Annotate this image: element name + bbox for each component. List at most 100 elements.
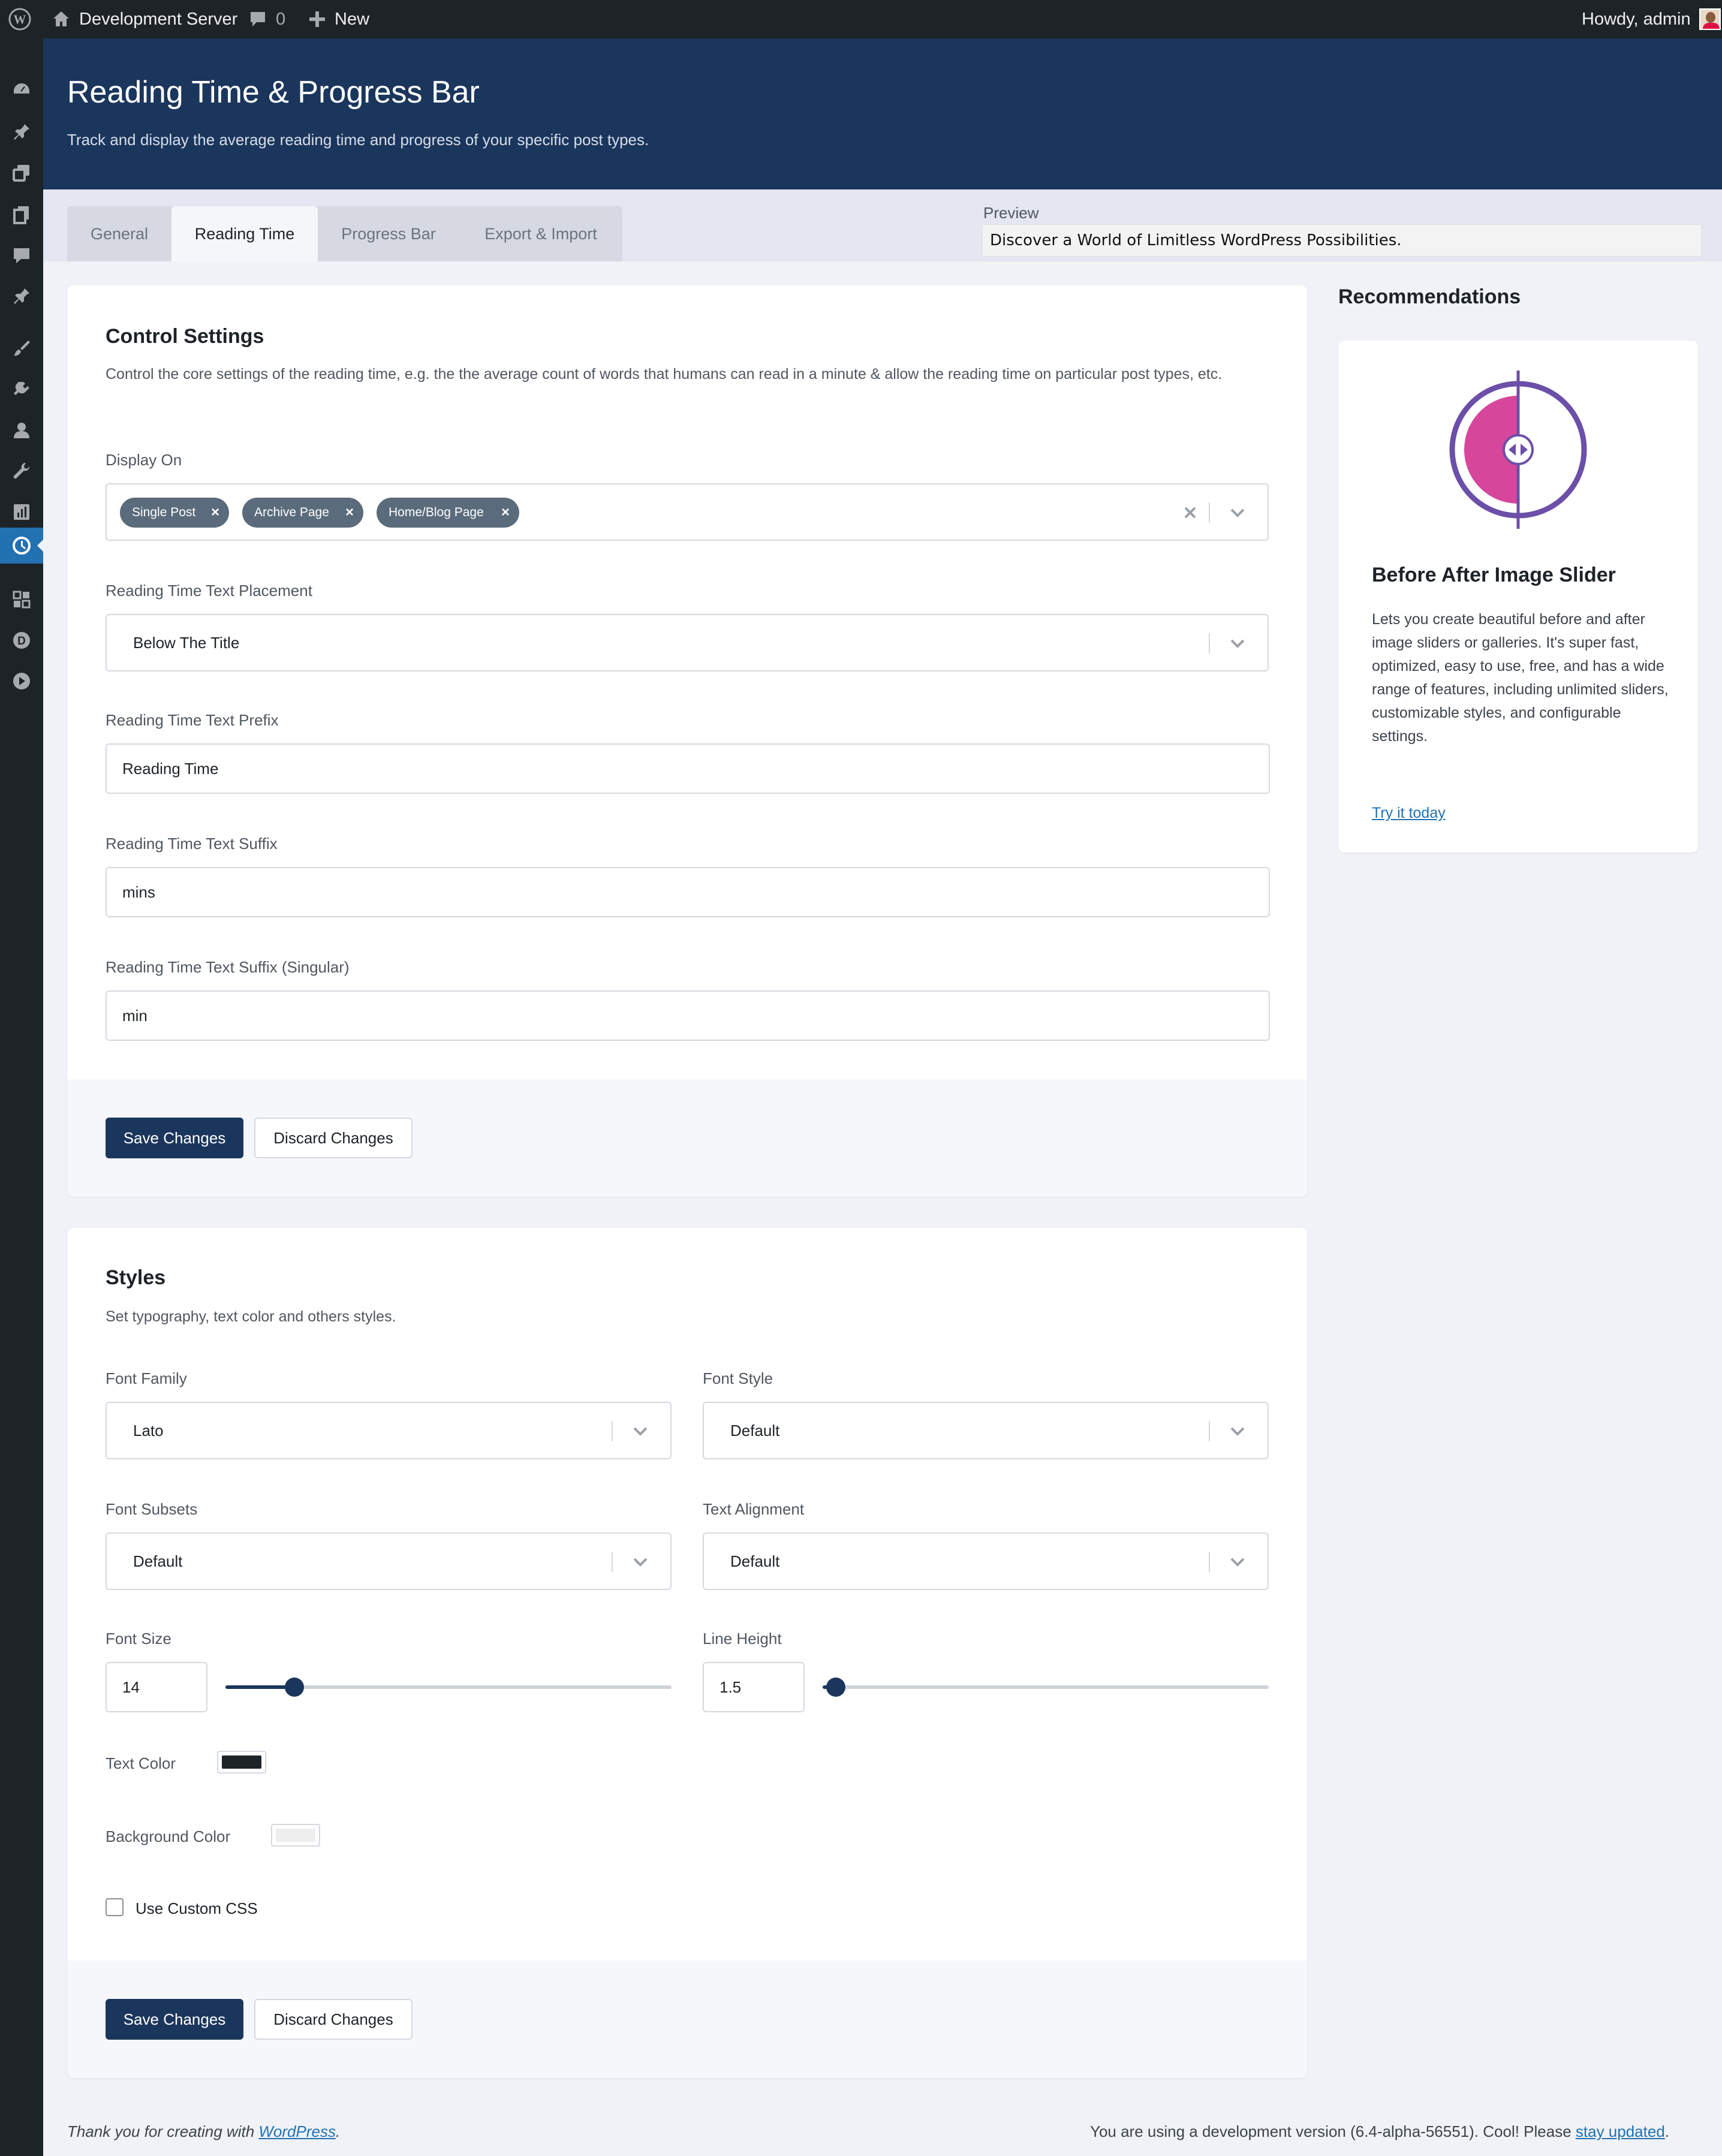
line-height-slider-track[interactable] bbox=[823, 1685, 1269, 1689]
before-after-slider-icon bbox=[1449, 371, 1587, 529]
font-style-label: Font Style bbox=[703, 1369, 773, 1387]
try-it-today-link[interactable]: Try it today bbox=[1372, 805, 1446, 822]
posts-icon[interactable] bbox=[0, 114, 43, 150]
custom-css-checkbox[interactable] bbox=[106, 1898, 124, 1916]
discard-changes-button[interactable]: Discard Changes bbox=[254, 1999, 413, 2040]
footer-thanks-text: Thank you for creating with bbox=[67, 2122, 259, 2140]
suffix-singular-input[interactable]: min bbox=[106, 990, 1270, 1041]
text-color-label: Text Color bbox=[106, 1754, 176, 1772]
bg-color-label: Background Color bbox=[106, 1827, 231, 1845]
font-subsets-value: Default bbox=[133, 1552, 183, 1570]
pin-icon[interactable] bbox=[0, 278, 43, 314]
chip-remove-icon[interactable]: × bbox=[501, 498, 510, 528]
clear-selection-icon[interactable] bbox=[1180, 502, 1200, 523]
preview-label: Preview bbox=[983, 204, 1039, 222]
page-subtitle: Track and display the average reading ti… bbox=[67, 131, 649, 149]
font-size-slider-handle[interactable] bbox=[285, 1678, 305, 1697]
appearance-icon[interactable] bbox=[0, 331, 43, 367]
select-separator bbox=[1209, 502, 1210, 523]
footer-version-period: . bbox=[1664, 2122, 1670, 2140]
tab-export-import[interactable]: Export & Import bbox=[459, 206, 622, 261]
bg-color-fill bbox=[276, 1829, 315, 1842]
text-color-swatch[interactable] bbox=[217, 1751, 266, 1773]
avatar bbox=[1699, 8, 1721, 30]
styles-card: Styles Set typography, text color and ot… bbox=[67, 1228, 1307, 2078]
font-subsets-select[interactable]: Default bbox=[106, 1532, 672, 1590]
chip-remove-icon[interactable]: × bbox=[345, 498, 354, 528]
suffix-input[interactable]: mins bbox=[106, 867, 1270, 917]
text-alignment-select[interactable]: Default bbox=[703, 1532, 1269, 1590]
font-size-slider-fill bbox=[225, 1685, 295, 1689]
font-size-input[interactable]: 14 bbox=[106, 1662, 207, 1712]
users-icon[interactable] bbox=[0, 412, 43, 448]
chevron-down-icon[interactable] bbox=[1227, 1552, 1248, 1572]
chip-remove-icon[interactable]: × bbox=[211, 498, 219, 528]
chip-single-post: Single Post × bbox=[120, 498, 229, 528]
plus-icon bbox=[309, 11, 325, 27]
chevron-down-icon[interactable] bbox=[630, 1421, 651, 1441]
save-changes-button[interactable]: Save Changes bbox=[106, 1118, 243, 1158]
dashboard-icon[interactable] bbox=[0, 72, 43, 108]
chevron-down-icon[interactable] bbox=[1227, 633, 1248, 654]
footer-version-text: You are using a development version (6.4… bbox=[1090, 2122, 1576, 2140]
font-family-value: Lato bbox=[133, 1422, 164, 1440]
control-settings-title: Control Settings bbox=[106, 325, 264, 348]
d-plugin-icon[interactable]: D bbox=[0, 622, 43, 658]
control-settings-footer: Save Changes Discard Changes bbox=[67, 1079, 1307, 1197]
recommendation-card: Before After Image Slider Lets you creat… bbox=[1338, 341, 1698, 853]
settings-icon[interactable] bbox=[0, 494, 43, 530]
new-content-link[interactable]: New bbox=[308, 0, 369, 38]
reading-time-icon[interactable] bbox=[0, 528, 43, 564]
control-settings-card: Control Settings Control the core settin… bbox=[67, 285, 1307, 1197]
new-label: New bbox=[335, 9, 370, 29]
blocks-icon[interactable] bbox=[0, 582, 43, 618]
plugins-icon[interactable] bbox=[0, 372, 43, 408]
font-subsets-label: Font Subsets bbox=[106, 1500, 198, 1518]
play-icon[interactable] bbox=[0, 663, 43, 699]
chevron-down-icon[interactable] bbox=[630, 1552, 651, 1572]
display-on-label: Display On bbox=[106, 451, 182, 469]
tools-icon[interactable] bbox=[0, 453, 43, 489]
recommendation-title: Before After Image Slider bbox=[1372, 564, 1616, 586]
tab-progress-bar[interactable]: Progress Bar bbox=[318, 206, 459, 261]
wordpress-logo-icon[interactable]: W bbox=[8, 0, 31, 38]
chevron-down-icon[interactable] bbox=[1227, 1421, 1248, 1441]
custom-css-label[interactable]: Use Custom CSS bbox=[136, 1899, 258, 1918]
wordpress-link[interactable]: WordPress bbox=[258, 2122, 336, 2140]
font-style-select[interactable]: Default bbox=[703, 1402, 1269, 1459]
comments-count: 0 bbox=[276, 9, 286, 29]
chip-label: Archive Page bbox=[254, 505, 329, 519]
save-changes-button[interactable]: Save Changes bbox=[106, 1999, 243, 2040]
comments-link[interactable]: 0 bbox=[248, 0, 285, 38]
tab-reading-time[interactable]: Reading Time bbox=[171, 206, 318, 261]
tab-general[interactable]: General bbox=[67, 206, 171, 261]
bg-color-swatch[interactable] bbox=[271, 1824, 320, 1847]
discard-changes-button[interactable]: Discard Changes bbox=[254, 1118, 413, 1158]
media-icon[interactable] bbox=[0, 155, 43, 191]
font-style-value: Default bbox=[730, 1422, 780, 1440]
styles-title: Styles bbox=[106, 1266, 166, 1289]
stay-updated-link[interactable]: stay updated bbox=[1576, 2122, 1665, 2140]
text-alignment-label: Text Alignment bbox=[703, 1500, 805, 1518]
comments-icon[interactable] bbox=[0, 237, 43, 273]
line-height-slider-handle[interactable] bbox=[826, 1678, 846, 1697]
site-name-link[interactable]: Development Server bbox=[52, 0, 237, 38]
placement-select[interactable]: Below The Title bbox=[106, 614, 1269, 672]
site-name: Development Server bbox=[79, 9, 238, 29]
footer-thanks-period: . bbox=[335, 2122, 341, 2140]
select-separator bbox=[612, 1552, 613, 1572]
placement-value: Below The Title bbox=[133, 634, 240, 652]
display-on-multiselect[interactable]: Single Post × Archive Page × Home/Blog Pag… bbox=[106, 483, 1269, 541]
suffix-singular-label: Reading Time Text Suffix (Singular) bbox=[106, 958, 350, 976]
text-color-fill bbox=[222, 1755, 261, 1769]
account-menu[interactable]: Howdy, admin bbox=[1582, 0, 1721, 38]
font-family-select[interactable]: Lato bbox=[106, 1402, 672, 1459]
pages-icon[interactable] bbox=[0, 197, 43, 233]
select-separator bbox=[1209, 1421, 1210, 1441]
page-title: Reading Time & Progress Bar bbox=[67, 75, 480, 110]
line-height-input[interactable]: 1.5 bbox=[703, 1662, 805, 1712]
prefix-input[interactable]: Reading Time bbox=[106, 743, 1270, 794]
prefix-label: Reading Time Text Prefix bbox=[106, 711, 279, 729]
font-family-label: Font Family bbox=[106, 1369, 187, 1387]
chevron-down-icon[interactable] bbox=[1227, 502, 1248, 523]
